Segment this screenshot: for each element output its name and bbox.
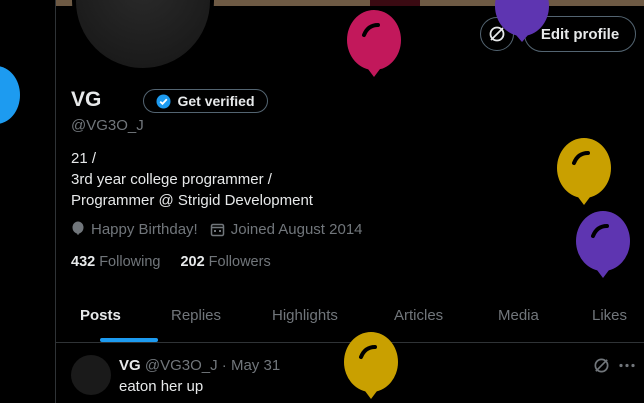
tab-likes[interactable]: Likes: [592, 296, 627, 342]
tab-articles[interactable]: Articles: [394, 296, 443, 342]
following-label: Following: [99, 254, 161, 270]
profile-avatar[interactable]: [72, 0, 214, 72]
following-count: 432: [71, 254, 96, 270]
tab-media[interactable]: Media: [498, 296, 539, 342]
joined-text: Joined August 2014: [230, 221, 363, 238]
slash-circle-icon: [594, 358, 609, 373]
banner-detail: [370, 0, 420, 6]
followers-label: Followers: [208, 254, 271, 270]
bio-line: Programmer @ Strigid Development: [71, 192, 313, 209]
left-navigation-rail: [0, 0, 56, 403]
post-separator: ·: [221, 357, 227, 374]
bio-line: 3rd year college programmer /: [71, 171, 272, 188]
profile-handle: @VG3O_J: [71, 117, 144, 134]
post-header: VG @VG3O_J · May 31: [119, 357, 280, 374]
profile-bio: 21 / 3rd year college programmer / Progr…: [71, 148, 313, 211]
active-tab-indicator: [100, 338, 158, 342]
balloon-icon: [72, 221, 84, 235]
followers-count: 202: [180, 254, 205, 270]
birthday-item: Happy Birthday!: [71, 221, 198, 238]
tab-posts[interactable]: Posts: [80, 296, 121, 342]
tab-replies[interactable]: Replies: [171, 296, 221, 342]
following-link[interactable]: 432 Following: [71, 254, 160, 270]
post-avatar[interactable]: [71, 355, 111, 395]
balloon-icon: [557, 138, 611, 205]
balloon-icon: [495, 0, 549, 42]
calendar-icon: [210, 223, 224, 237]
get-verified-button[interactable]: Get verified: [143, 89, 268, 113]
joined-item: Joined August 2014: [210, 221, 363, 238]
post-text: eaton her up: [119, 378, 204, 395]
tab-highlights[interactable]: Highlights: [272, 296, 338, 342]
post-grok-button[interactable]: [593, 357, 610, 379]
post-date[interactable]: May 31: [231, 357, 280, 374]
balloon-icon: [344, 332, 398, 399]
profile-meta: Happy Birthday! Joined August 2014: [71, 221, 375, 238]
post-author-handle[interactable]: @VG3O_J: [145, 357, 218, 374]
post-author-name[interactable]: VG: [119, 357, 141, 374]
profile-name: VG: [71, 88, 102, 111]
followers-link[interactable]: 202 Followers: [180, 254, 270, 270]
verified-badge-icon: [156, 94, 171, 108]
get-verified-label: Get verified: [177, 93, 255, 109]
balloon-icon: [576, 211, 630, 278]
more-dots-icon: [619, 363, 635, 368]
birthday-text: Happy Birthday!: [91, 221, 198, 238]
balloon-icon: [347, 10, 401, 77]
follow-stats: 432 Following 202 Followers: [71, 254, 271, 270]
nav-avatar[interactable]: [0, 66, 20, 124]
bio-line: 21 /: [71, 150, 97, 167]
post-more-button[interactable]: [618, 357, 636, 379]
